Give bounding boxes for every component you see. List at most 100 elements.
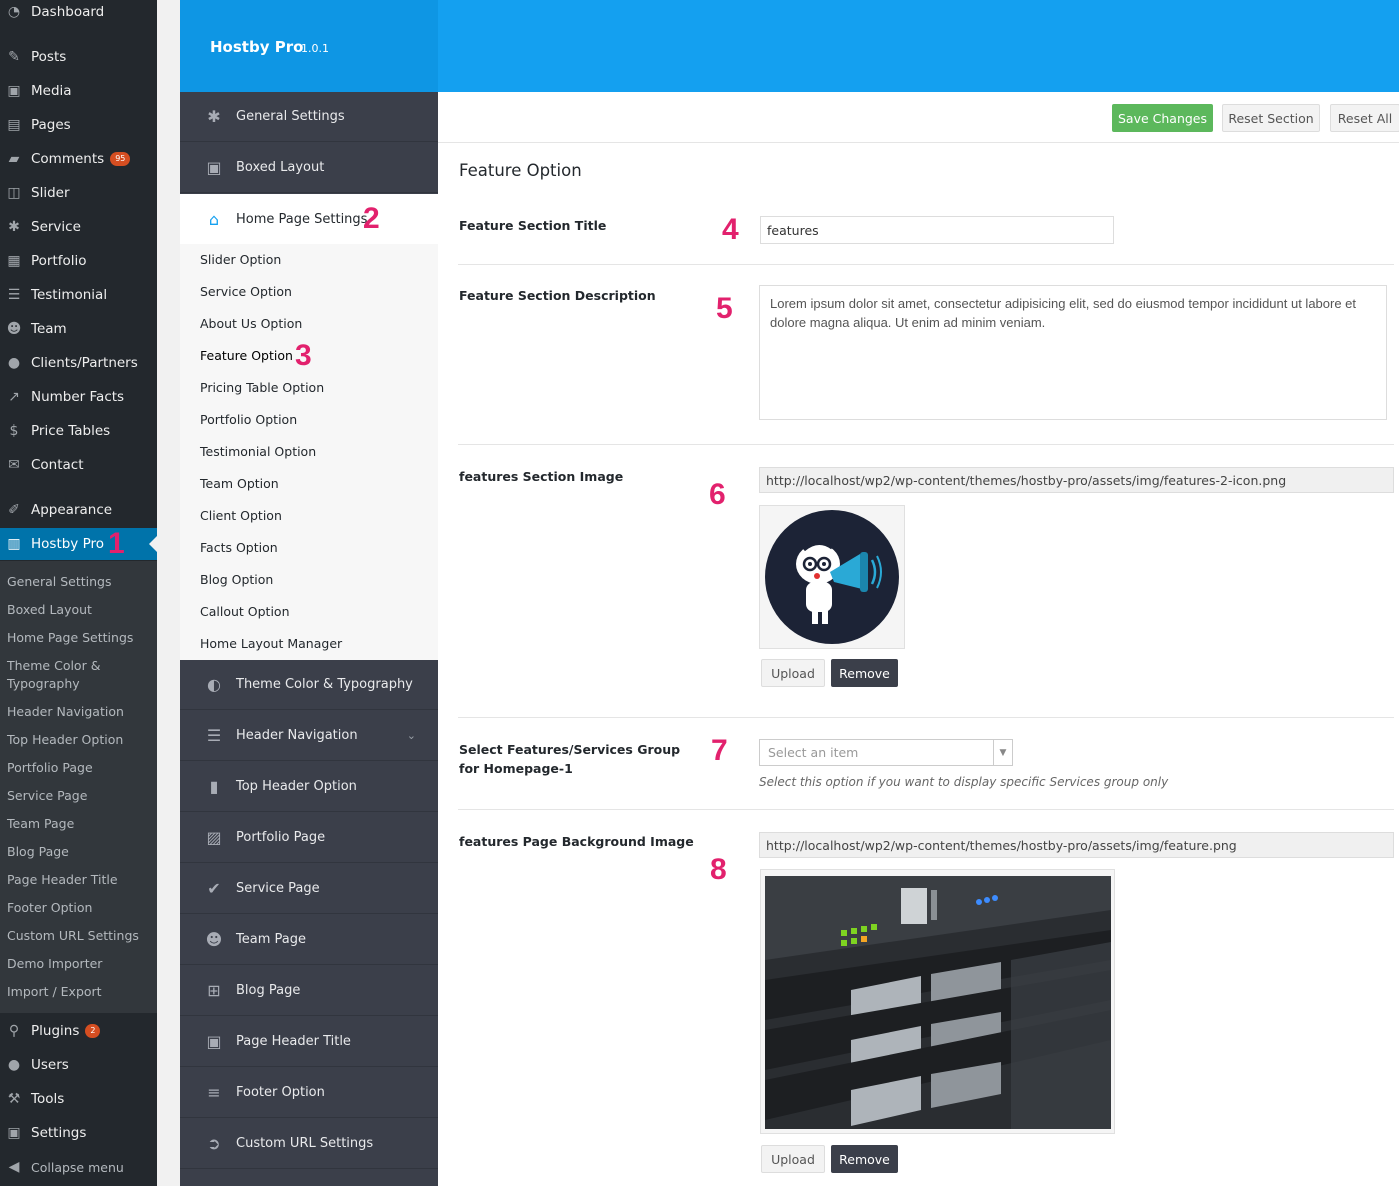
marker-6: 6 [709, 478, 726, 511]
submenu-home-page-settings[interactable]: Home Page Settings [7, 629, 152, 647]
nav-custom-url-settings[interactable]: ➲ Custom URL Settings [180, 1119, 438, 1169]
feature-image-remove-button[interactable]: Remove [831, 659, 898, 687]
settings-icon: ▣ [7, 1125, 21, 1141]
nav-sub-service-option[interactable]: Service Option [200, 284, 292, 299]
menu-portfolio[interactable]: ▦ Portfolio [0, 245, 157, 277]
submenu-top-header-option[interactable]: Top Header Option [7, 731, 152, 749]
nav-top-header-option[interactable]: ▮ Top Header Option [180, 762, 438, 812]
submenu-portfolio-page[interactable]: Portfolio Page [7, 759, 152, 777]
media-icon: ▣ [7, 83, 21, 99]
menu-comments[interactable]: ▰ Comments 95 [0, 143, 157, 175]
collapse-menu-button[interactable]: ◀ Collapse menu [0, 1151, 157, 1183]
marker-5: 5 [716, 292, 733, 325]
submenu-blog-page[interactable]: Blog Page [7, 843, 152, 861]
menu-clients-partners[interactable]: ● Clients/Partners [0, 347, 157, 379]
nav-header-navigation[interactable]: ☰ Header Navigation ⌄ [180, 711, 438, 761]
features-group-select[interactable]: Select an item ▼ [759, 739, 1013, 766]
feature-title-input[interactable]: features [760, 216, 1114, 244]
menu-hostby-pro[interactable]: ▥ Hostby Pro [0, 528, 157, 560]
feature-image-url-input[interactable]: http://localhost/wp2/wp-content/themes/h… [759, 467, 1394, 493]
features-bg-upload-button[interactable]: Upload [761, 1145, 825, 1173]
submenu-header-navigation[interactable]: Header Navigation [7, 703, 152, 721]
submenu-import-export[interactable]: Import / Export [7, 983, 152, 1001]
menu-posts[interactable]: ✎ Posts [0, 41, 157, 73]
nav-portfolio-page[interactable]: ▨ Portfolio Page [180, 813, 438, 863]
menu-number-facts[interactable]: ↗ Number Facts [0, 381, 157, 413]
menu-dashboard[interactable]: ◔ Dashboard [0, 0, 157, 28]
nav-service-page[interactable]: ✔ Service Page [180, 864, 438, 914]
menu-contact[interactable]: ✉ Contact [0, 449, 157, 481]
save-changes-button[interactable]: Save Changes [1112, 104, 1213, 132]
nav-sub-slider-option[interactable]: Slider Option [200, 252, 281, 267]
nav-home-page-settings[interactable]: ⌂ Home Page Settings [180, 194, 438, 244]
wrench-icon: ⚒ [7, 1091, 21, 1107]
server-rack-image [765, 876, 1111, 1129]
nav-theme-color-typography[interactable]: ◐ Theme Color & Typography [180, 660, 438, 710]
submenu-custom-url-settings[interactable]: Custom URL Settings [7, 927, 152, 945]
nav-sub-callout-option[interactable]: Callout Option [200, 604, 290, 619]
menu-appearance[interactable]: ✐ Appearance [0, 494, 157, 526]
menu-plugins[interactable]: ⚲ Plugins 2 [0, 1015, 157, 1047]
submenu-demo-importer[interactable]: Demo Importer [7, 955, 152, 973]
nav-sub-testimonial-option[interactable]: Testimonial Option [200, 444, 316, 459]
align-icon: ≡ [207, 1083, 221, 1102]
feature-image-upload-button[interactable]: Upload [761, 659, 825, 687]
nav-general-settings[interactable]: ✱ General Settings [180, 92, 438, 142]
submenu-service-page[interactable]: Service Page [7, 787, 152, 805]
nav-page-header-title[interactable]: ▣ Page Header Title [180, 1017, 438, 1067]
menu-team[interactable]: ☻ Team [0, 313, 157, 345]
nav-sub-portfolio-option[interactable]: Portfolio Option [200, 412, 297, 427]
nav-sub-client-option[interactable]: Client Option [200, 508, 282, 523]
divider [458, 264, 1394, 265]
nav-sub-blog-option[interactable]: Blog Option [200, 572, 273, 587]
divider [458, 444, 1394, 445]
nav-footer-option[interactable]: ≡ Footer Option [180, 1068, 438, 1118]
nav-sub-team-option[interactable]: Team Option [200, 476, 279, 491]
table-icon: ▥ [7, 536, 21, 552]
menu-testimonial[interactable]: ☰ Testimonial [0, 279, 157, 311]
nav-sub-feature-option[interactable]: Feature Option [200, 348, 293, 363]
reset-section-button[interactable]: Reset Section [1222, 104, 1320, 132]
comments-count-badge: 95 [110, 152, 131, 166]
menu-price-tables[interactable]: $ Price Tables [0, 415, 157, 447]
menu-settings[interactable]: ▣ Settings [0, 1117, 157, 1149]
reset-all-button[interactable]: Reset All [1330, 104, 1399, 132]
menu-pages[interactable]: ▤ Pages [0, 109, 157, 141]
hostby-pro-submenu: General Settings Boxed Layout Home Page … [0, 561, 157, 1013]
nav-boxed-layout[interactable]: ▣ Boxed Layout [180, 143, 438, 193]
submenu-general-settings[interactable]: General Settings [7, 573, 152, 591]
menu-service[interactable]: ✱ Service [0, 211, 157, 243]
nav-sub-facts-option[interactable]: Facts Option [200, 540, 278, 555]
list-icon: ☰ [7, 287, 21, 303]
nav-sub-pricing-table-option[interactable]: Pricing Table Option [200, 380, 324, 395]
features-group-label: Select Features/Services Group for Homep… [459, 742, 681, 776]
comment-icon: ▰ [8, 151, 20, 167]
submenu-team-page[interactable]: Team Page [7, 815, 152, 833]
feature-title-label: Feature Section Title [459, 218, 607, 233]
feature-description-textarea[interactable]: Lorem ipsum dolor sit amet, consectetur … [759, 285, 1387, 420]
menu-tools[interactable]: ⚒ Tools [0, 1083, 157, 1115]
user-icon: ● [7, 355, 21, 371]
menu-slider[interactable]: ◫ Slider [0, 177, 157, 209]
pages-icon: ▤ [7, 117, 21, 133]
brush-icon: ✐ [8, 502, 20, 518]
features-bg-preview [760, 869, 1115, 1134]
marker-1: 1 [108, 527, 125, 560]
arrow-circle-icon: ➲ [207, 1134, 221, 1153]
image-icon: ▨ [206, 828, 222, 847]
nav-team-page[interactable]: ☻ Team Page [180, 915, 438, 965]
feature-description-label: Feature Section Description [459, 288, 656, 303]
features-bg-url-input[interactable]: http://localhost/wp2/wp-content/themes/h… [759, 832, 1394, 858]
features-bg-remove-button[interactable]: Remove [831, 1145, 898, 1173]
panel-brand: Hostby Pro 1.0.1 [180, 0, 438, 92]
submenu-page-header-title[interactable]: Page Header Title [7, 871, 152, 889]
menu-media[interactable]: ▣ Media [0, 75, 157, 107]
menu-users[interactable]: ● Users [0, 1049, 157, 1081]
submenu-theme-color-typography[interactable]: Theme Color & Typography [7, 657, 152, 693]
submenu-footer-option[interactable]: Footer Option [7, 899, 152, 917]
nav-sub-about-us-option[interactable]: About Us Option [200, 316, 302, 331]
brand-name: Hostby Pro [210, 38, 304, 56]
nav-blog-page[interactable]: ⊞ Blog Page [180, 966, 438, 1016]
nav-sub-home-layout-manager[interactable]: Home Layout Manager [200, 636, 342, 651]
submenu-boxed-layout[interactable]: Boxed Layout [7, 601, 152, 619]
